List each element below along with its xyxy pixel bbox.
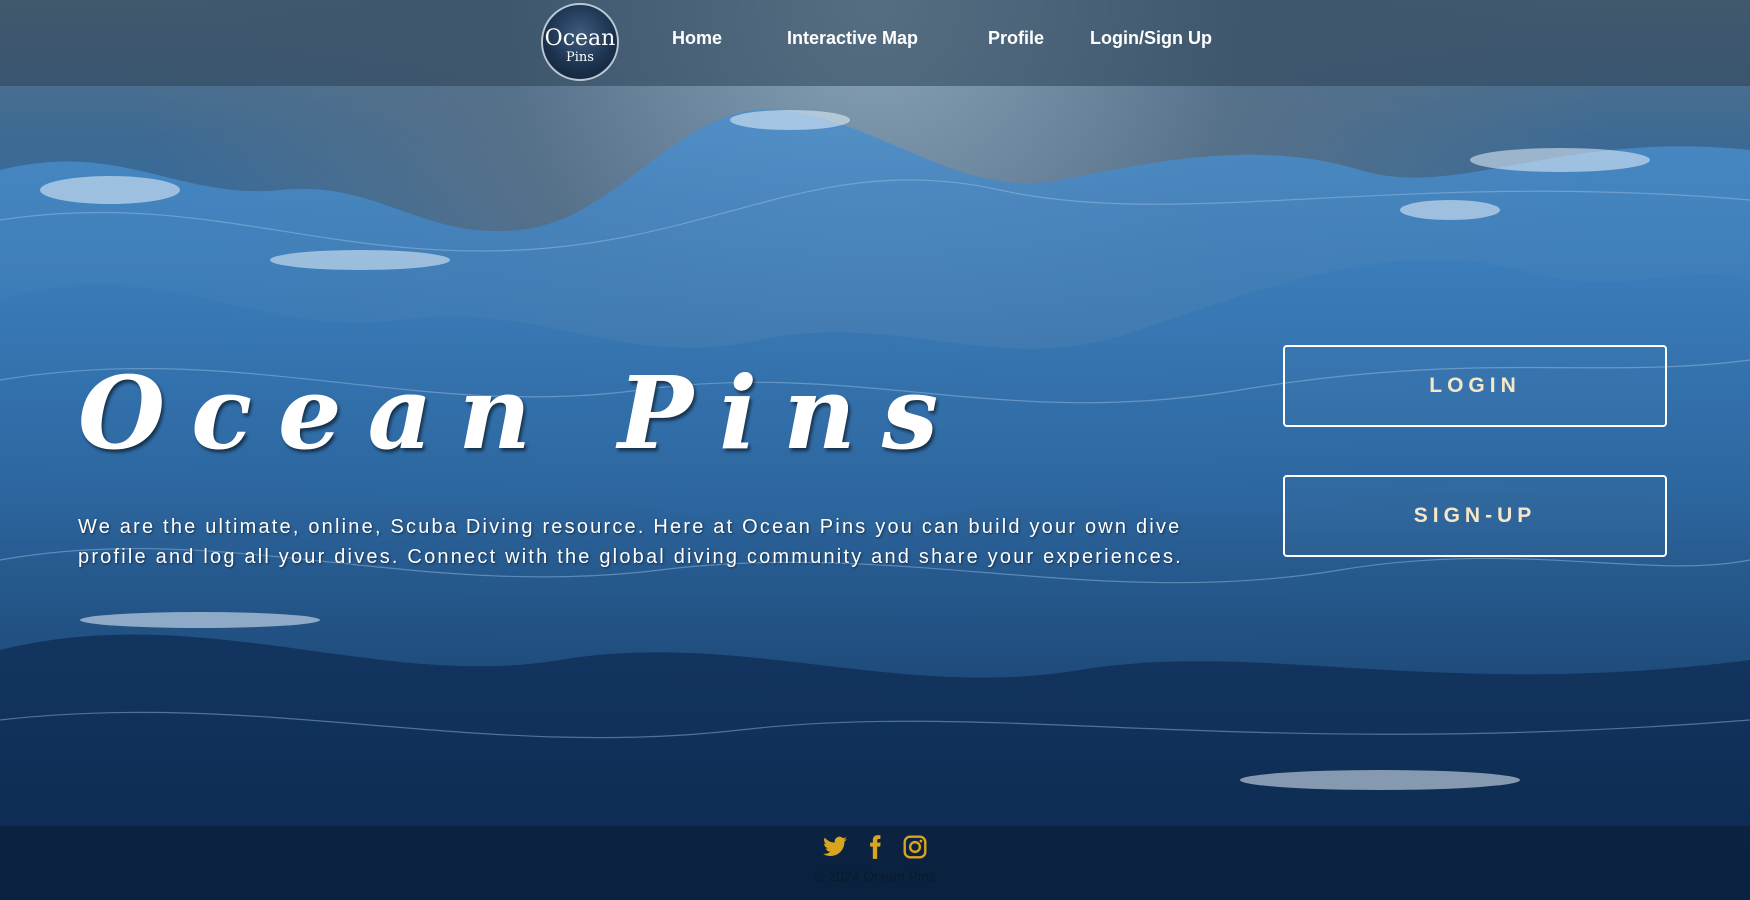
nav-home-link[interactable]: Home — [672, 28, 722, 49]
instagram-icon[interactable] — [902, 834, 928, 860]
footer: © 2024 Ocean Pins — [0, 826, 1750, 900]
social-links — [822, 834, 928, 860]
twitter-icon[interactable] — [822, 834, 848, 860]
facebook-icon[interactable] — [862, 834, 888, 860]
hero-description: We are the ultimate, online, Scuba Divin… — [78, 516, 1183, 568]
login-button-label: LOGIN — [1429, 374, 1521, 397]
logo-word-pins: Pins — [566, 49, 594, 65]
hero-title: Ocean Pins — [78, 354, 965, 472]
ocean-pins-logo[interactable]: Ocean Pins — [541, 3, 619, 81]
copyright-text: © 2024 Ocean Pins — [814, 868, 936, 884]
signup-button[interactable]: SIGN-UP — [1283, 475, 1667, 557]
nav-login-signup-link[interactable]: Login/Sign Up — [1090, 28, 1212, 49]
logo-word-ocean: Ocean — [544, 25, 616, 51]
nav-interactive-map-link[interactable]: Interactive Map — [787, 28, 918, 49]
top-navbar: Ocean Pins Home Interactive Map Profile … — [0, 0, 1750, 86]
nav-profile-link[interactable]: Profile — [988, 28, 1044, 49]
signup-button-label: SIGN-UP — [1413, 504, 1537, 527]
login-button[interactable]: LOGIN — [1283, 345, 1667, 427]
